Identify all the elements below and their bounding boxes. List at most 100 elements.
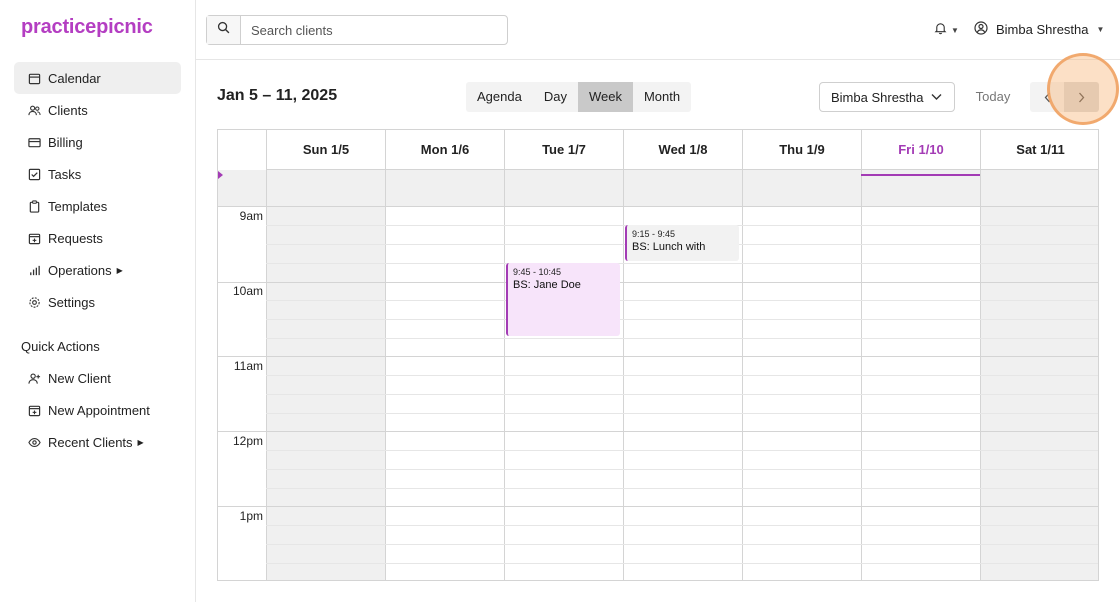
user-avatar-icon	[974, 21, 988, 38]
column-divider	[385, 170, 386, 207]
sidebar-item-templates[interactable]: Templates	[14, 190, 181, 222]
hour-line	[218, 356, 1098, 357]
caret-down-icon: ▼	[1096, 25, 1105, 34]
hour-line	[218, 282, 1098, 283]
bar-chart-icon	[27, 263, 41, 277]
sidebar-item-label: Operations	[48, 262, 112, 278]
quick-action-recent-clients[interactable]: Recent Clients ▶	[14, 426, 181, 458]
previous-week-button[interactable]	[1030, 82, 1064, 112]
view-week-button[interactable]: Week	[577, 82, 633, 112]
time-label: 9am	[239, 209, 263, 223]
day-header-sun[interactable]: Sun 1/5	[266, 130, 385, 170]
quick-actions-title: Quick Actions	[21, 339, 100, 354]
slot-line	[266, 488, 1098, 489]
calendar-event[interactable]: 9:15 - 9:45 BS: Lunch with	[625, 225, 739, 261]
calendar-plus-icon	[27, 403, 41, 417]
column-divider	[623, 170, 624, 207]
event-title: BS: Lunch with	[632, 241, 706, 253]
sidebar-item-label: Clients	[48, 102, 88, 118]
provider-select[interactable]: Bimba Shrestha	[819, 82, 955, 112]
user-menu[interactable]: Bimba Shrestha ▼	[974, 21, 1104, 38]
slot-line	[266, 375, 1098, 376]
caret-right-icon: ▶	[137, 437, 144, 447]
calendar-event[interactable]: 9:45 - 10:45 BS: Jane Doe	[506, 263, 620, 336]
event-time: 9:45 - 10:45	[513, 267, 562, 277]
hour-line	[218, 431, 1098, 432]
view-month-button[interactable]: Month	[633, 82, 691, 112]
slot-line	[266, 525, 1098, 526]
day-header-mon[interactable]: Mon 1/6	[385, 130, 504, 170]
chevron-right-icon	[1079, 92, 1085, 102]
week-grid: Sun 1/5 Mon 1/6 Tue 1/7 Wed 1/8 Thu 1/9 …	[217, 129, 1099, 581]
notifications-button[interactable]: ▼	[934, 21, 959, 40]
sidebar-item-billing[interactable]: Billing	[14, 126, 181, 158]
slot-line	[266, 563, 1098, 564]
user-name: Bimba Shrestha	[996, 22, 1089, 37]
hour-line	[218, 506, 1098, 507]
calendar-plus-icon	[27, 231, 41, 245]
caret-down-icon: ▼	[951, 26, 959, 35]
slot-line	[266, 319, 1098, 320]
quick-action-label: New Client	[48, 370, 111, 386]
chevron-left-icon	[1044, 92, 1050, 102]
sidebar-item-label: Calendar	[48, 70, 101, 86]
search-input[interactable]	[241, 16, 507, 44]
day-header-tue[interactable]: Tue 1/7	[504, 130, 623, 170]
clipboard-icon	[27, 199, 41, 213]
column-divider	[742, 170, 743, 207]
eye-icon	[27, 435, 41, 449]
view-agenda-button[interactable]: Agenda	[466, 82, 533, 112]
sidebar-item-label: Tasks	[48, 166, 82, 182]
day-header-fri[interactable]: Fri 1/10	[861, 130, 980, 170]
time-label: 12pm	[232, 434, 263, 448]
slot-line	[266, 450, 1098, 451]
bell-icon	[934, 21, 947, 40]
caret-right-icon: ▶	[116, 265, 123, 275]
calendar-icon	[27, 71, 41, 85]
sidebar-item-clients[interactable]: Clients	[14, 94, 181, 126]
credit-card-icon	[27, 135, 41, 149]
sidebar-item-label: Requests	[48, 230, 103, 246]
slot-line	[266, 394, 1098, 395]
today-button[interactable]: Today	[966, 82, 1020, 112]
day-header-wed[interactable]: Wed 1/8	[623, 130, 742, 170]
slot-line	[266, 469, 1098, 470]
sidebar-item-tasks[interactable]: Tasks	[14, 158, 181, 190]
time-label: 11am	[233, 359, 263, 373]
sidebar: practicepicnic Calendar Clients Billing …	[0, 0, 196, 602]
top-bar: ▼ Bimba Shrestha ▼	[196, 0, 1120, 60]
slot-line	[266, 544, 1098, 545]
gear-icon	[27, 295, 41, 309]
slot-line	[266, 413, 1098, 414]
day-header-thu[interactable]: Thu 1/9	[742, 130, 861, 170]
date-range-title: Jan 5 – 11, 2025	[217, 87, 338, 104]
next-week-button[interactable]	[1064, 82, 1099, 112]
quick-action-new-client[interactable]: New Client	[14, 362, 181, 394]
sidebar-item-label: Templates	[48, 198, 108, 214]
event-title: BS: Jane Doe	[513, 279, 581, 291]
event-time: 9:15 - 9:45	[632, 229, 676, 239]
chevron-down-icon	[931, 94, 942, 100]
sidebar-item-calendar[interactable]: Calendar	[14, 62, 181, 94]
quick-action-new-appointment[interactable]: New Appointment	[14, 394, 181, 426]
sidebar-item-settings[interactable]: Settings	[14, 286, 181, 318]
time-label: 10am	[232, 284, 263, 298]
sidebar-item-requests[interactable]: Requests	[14, 222, 181, 254]
sidebar-item-operations[interactable]: Operations ▶	[14, 254, 181, 286]
slot-line	[266, 338, 1098, 339]
column-divider	[504, 170, 505, 207]
sidebar-item-label: Billing	[48, 134, 83, 150]
view-day-button[interactable]: Day	[533, 82, 578, 112]
app-logo[interactable]: practicepicnic	[21, 16, 153, 39]
day-header-sat[interactable]: Sat 1/11	[980, 130, 1098, 170]
today-indicator	[861, 174, 980, 176]
time-label: 1pm	[239, 509, 263, 523]
column-divider	[980, 170, 981, 207]
user-plus-icon	[27, 371, 41, 385]
current-time-marker	[218, 171, 223, 179]
quick-action-label: Recent Clients	[48, 434, 133, 450]
provider-select-value: Bimba Shrestha	[831, 89, 924, 105]
search-button[interactable]	[207, 16, 241, 44]
slot-line	[266, 263, 1098, 264]
quick-action-label: New Appointment	[48, 402, 150, 418]
